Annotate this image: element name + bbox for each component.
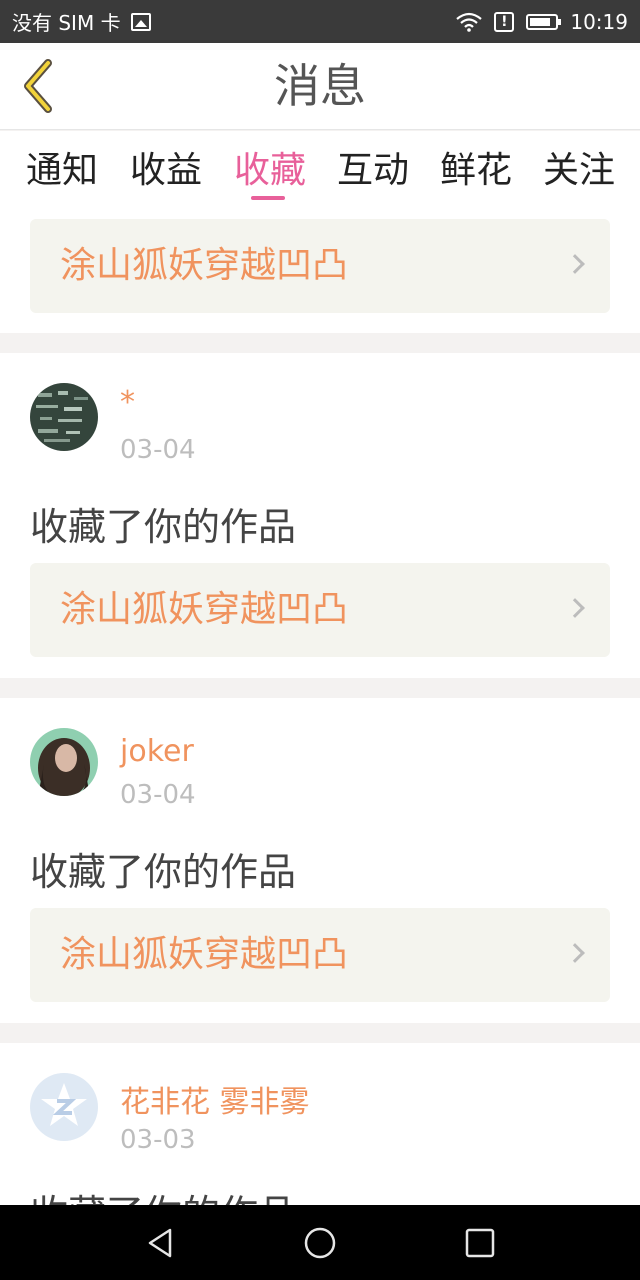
tab-earnings[interactable]: 收益 bbox=[130, 141, 202, 193]
page-title: 消息 bbox=[274, 59, 366, 113]
app-header: 消息 bbox=[0, 43, 640, 130]
tab-bar: 通知 收益 收藏 互动 鲜花 关注 bbox=[0, 131, 640, 213]
work-link[interactable]: 涂山狐妖穿越凹凸 bbox=[30, 219, 610, 313]
tab-favorites[interactable]: 收藏 bbox=[234, 141, 306, 193]
avatar[interactable] bbox=[30, 383, 98, 451]
default-avatar-icon bbox=[30, 1073, 98, 1141]
message-card: 涂山狐妖穿越凹凸 bbox=[0, 213, 640, 333]
image-notification-icon bbox=[130, 12, 151, 31]
username[interactable]: joker bbox=[120, 734, 194, 769]
tab-follows[interactable]: 关注 bbox=[543, 141, 615, 193]
message-date: 03-04 bbox=[120, 435, 196, 465]
avatar-image bbox=[30, 383, 98, 451]
wifi-icon bbox=[456, 12, 483, 32]
home-button[interactable] bbox=[280, 1205, 360, 1280]
carrier-text: 没有 SIM 卡 bbox=[12, 11, 121, 35]
active-tab-indicator bbox=[251, 196, 285, 200]
work-title: 涂山狐妖穿越凹凸 bbox=[60, 245, 349, 286]
work-title: 涂山狐妖穿越凹凸 bbox=[60, 589, 349, 630]
chevron-right-icon bbox=[565, 598, 585, 618]
tab-interactions[interactable]: 互动 bbox=[337, 141, 409, 193]
back-button[interactable] bbox=[120, 1205, 200, 1280]
message-date: 03-03 bbox=[120, 1125, 196, 1155]
battery-level bbox=[530, 17, 551, 26]
clock: 10:19 bbox=[570, 9, 628, 34]
avatar[interactable] bbox=[30, 1073, 98, 1141]
username[interactable]: * bbox=[120, 385, 135, 420]
battery-icon bbox=[526, 13, 562, 30]
circle-home-icon bbox=[304, 1227, 336, 1258]
system-nav-bar bbox=[0, 1205, 640, 1280]
square-recents-icon bbox=[465, 1228, 495, 1257]
username[interactable]: 花非花 雾非雾 bbox=[120, 1077, 310, 1121]
avatar[interactable] bbox=[30, 728, 98, 796]
message-date: 03-04 bbox=[120, 780, 196, 810]
tab-notifications[interactable]: 通知 bbox=[26, 141, 98, 193]
chevron-right-icon bbox=[565, 943, 585, 963]
message-action: 收藏了你的作品 bbox=[30, 1183, 296, 1205]
avatar-image bbox=[30, 728, 98, 796]
chevron-right-icon bbox=[565, 254, 585, 274]
message-card: joker 03-04 收藏了你的作品 涂山狐妖穿越凹凸 bbox=[0, 698, 640, 1023]
message-card: 花非花 雾非雾 03-03 收藏了你的作品 bbox=[0, 1043, 640, 1205]
triangle-back-icon bbox=[148, 1228, 172, 1257]
work-link[interactable]: 涂山狐妖穿越凹凸 bbox=[30, 908, 610, 1002]
tab-flowers[interactable]: 鲜花 bbox=[440, 141, 512, 193]
work-link[interactable]: 涂山狐妖穿越凹凸 bbox=[30, 563, 610, 657]
alert-icon: ! bbox=[494, 11, 515, 32]
status-bar: 没有 SIM 卡 ! 10:19 bbox=[0, 0, 640, 43]
message-card: * 03-04 收藏了你的作品 涂山狐妖穿越凹凸 bbox=[0, 353, 640, 678]
message-action: 收藏了你的作品 bbox=[30, 850, 297, 894]
message-action: 收藏了你的作品 bbox=[30, 505, 297, 549]
work-title: 涂山狐妖穿越凹凸 bbox=[60, 934, 349, 975]
recents-button[interactable] bbox=[440, 1205, 520, 1280]
